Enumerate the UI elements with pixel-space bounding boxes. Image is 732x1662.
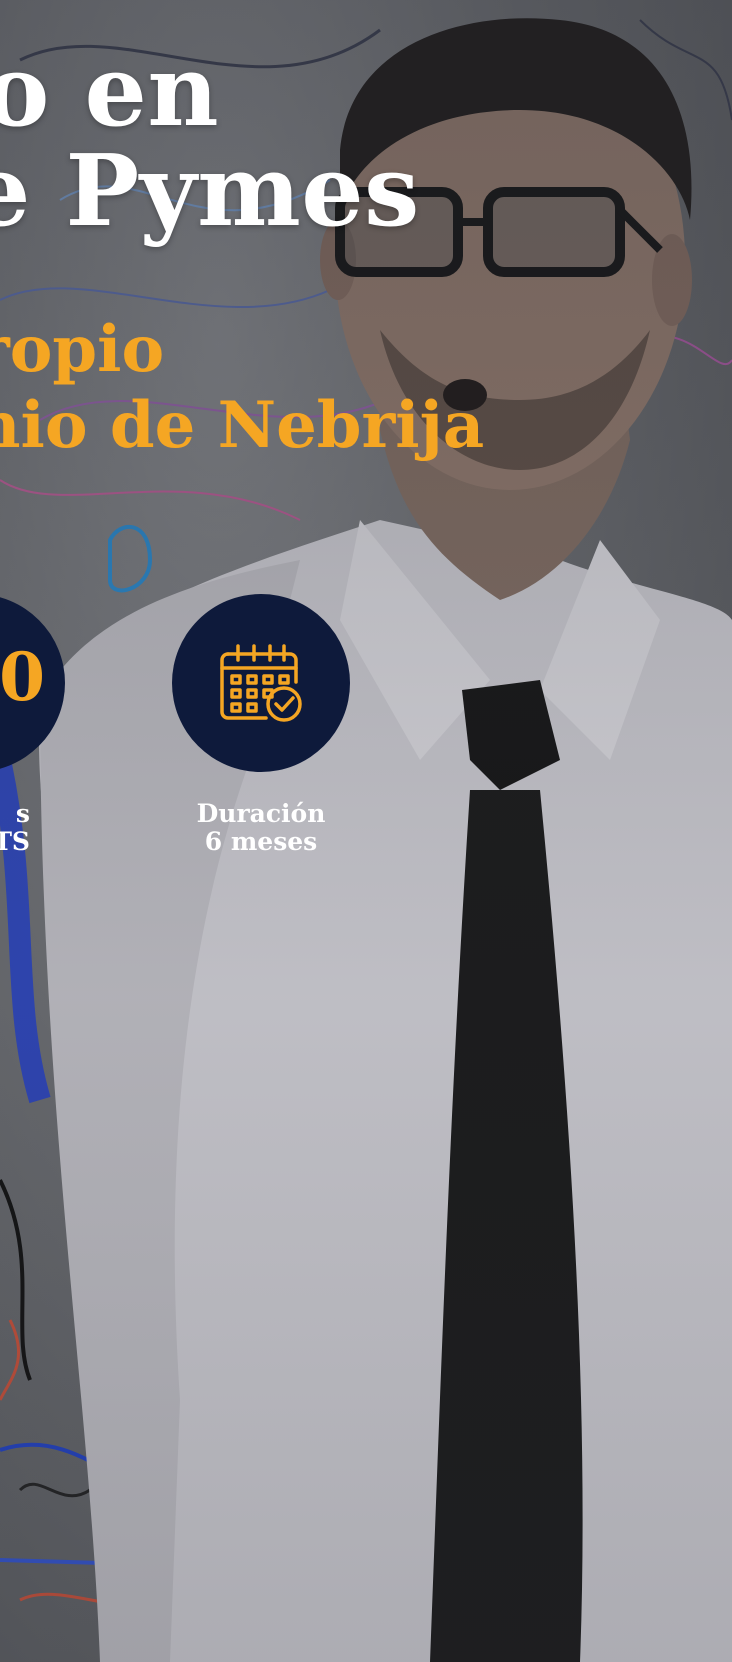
credits-label-line: s	[15, 799, 30, 828]
credits-number: 0	[0, 638, 45, 716]
credits-label: s TS	[0, 800, 30, 856]
subtitle-line: nio de Nebrija	[0, 388, 485, 463]
calendar-check-icon	[220, 644, 302, 722]
title-line: o en	[0, 34, 220, 149]
duration-label-line: Duración	[196, 799, 326, 828]
duration-circle	[172, 594, 350, 772]
hero-section: o en e Pymes ropio nio de Nebrija 0 s TS	[0, 0, 732, 1662]
subtitle-line: ropio	[0, 312, 165, 387]
duration-value: 6 meses	[204, 827, 318, 856]
title-line: e Pymes	[0, 134, 420, 249]
page-subtitle: ropio nio de Nebrija	[0, 312, 484, 464]
duration-label: Duración 6 meses	[172, 800, 350, 856]
hero-overlay	[0, 0, 732, 1662]
credits-label-line: TS	[0, 827, 30, 856]
page-title: o en e Pymes	[0, 42, 420, 242]
